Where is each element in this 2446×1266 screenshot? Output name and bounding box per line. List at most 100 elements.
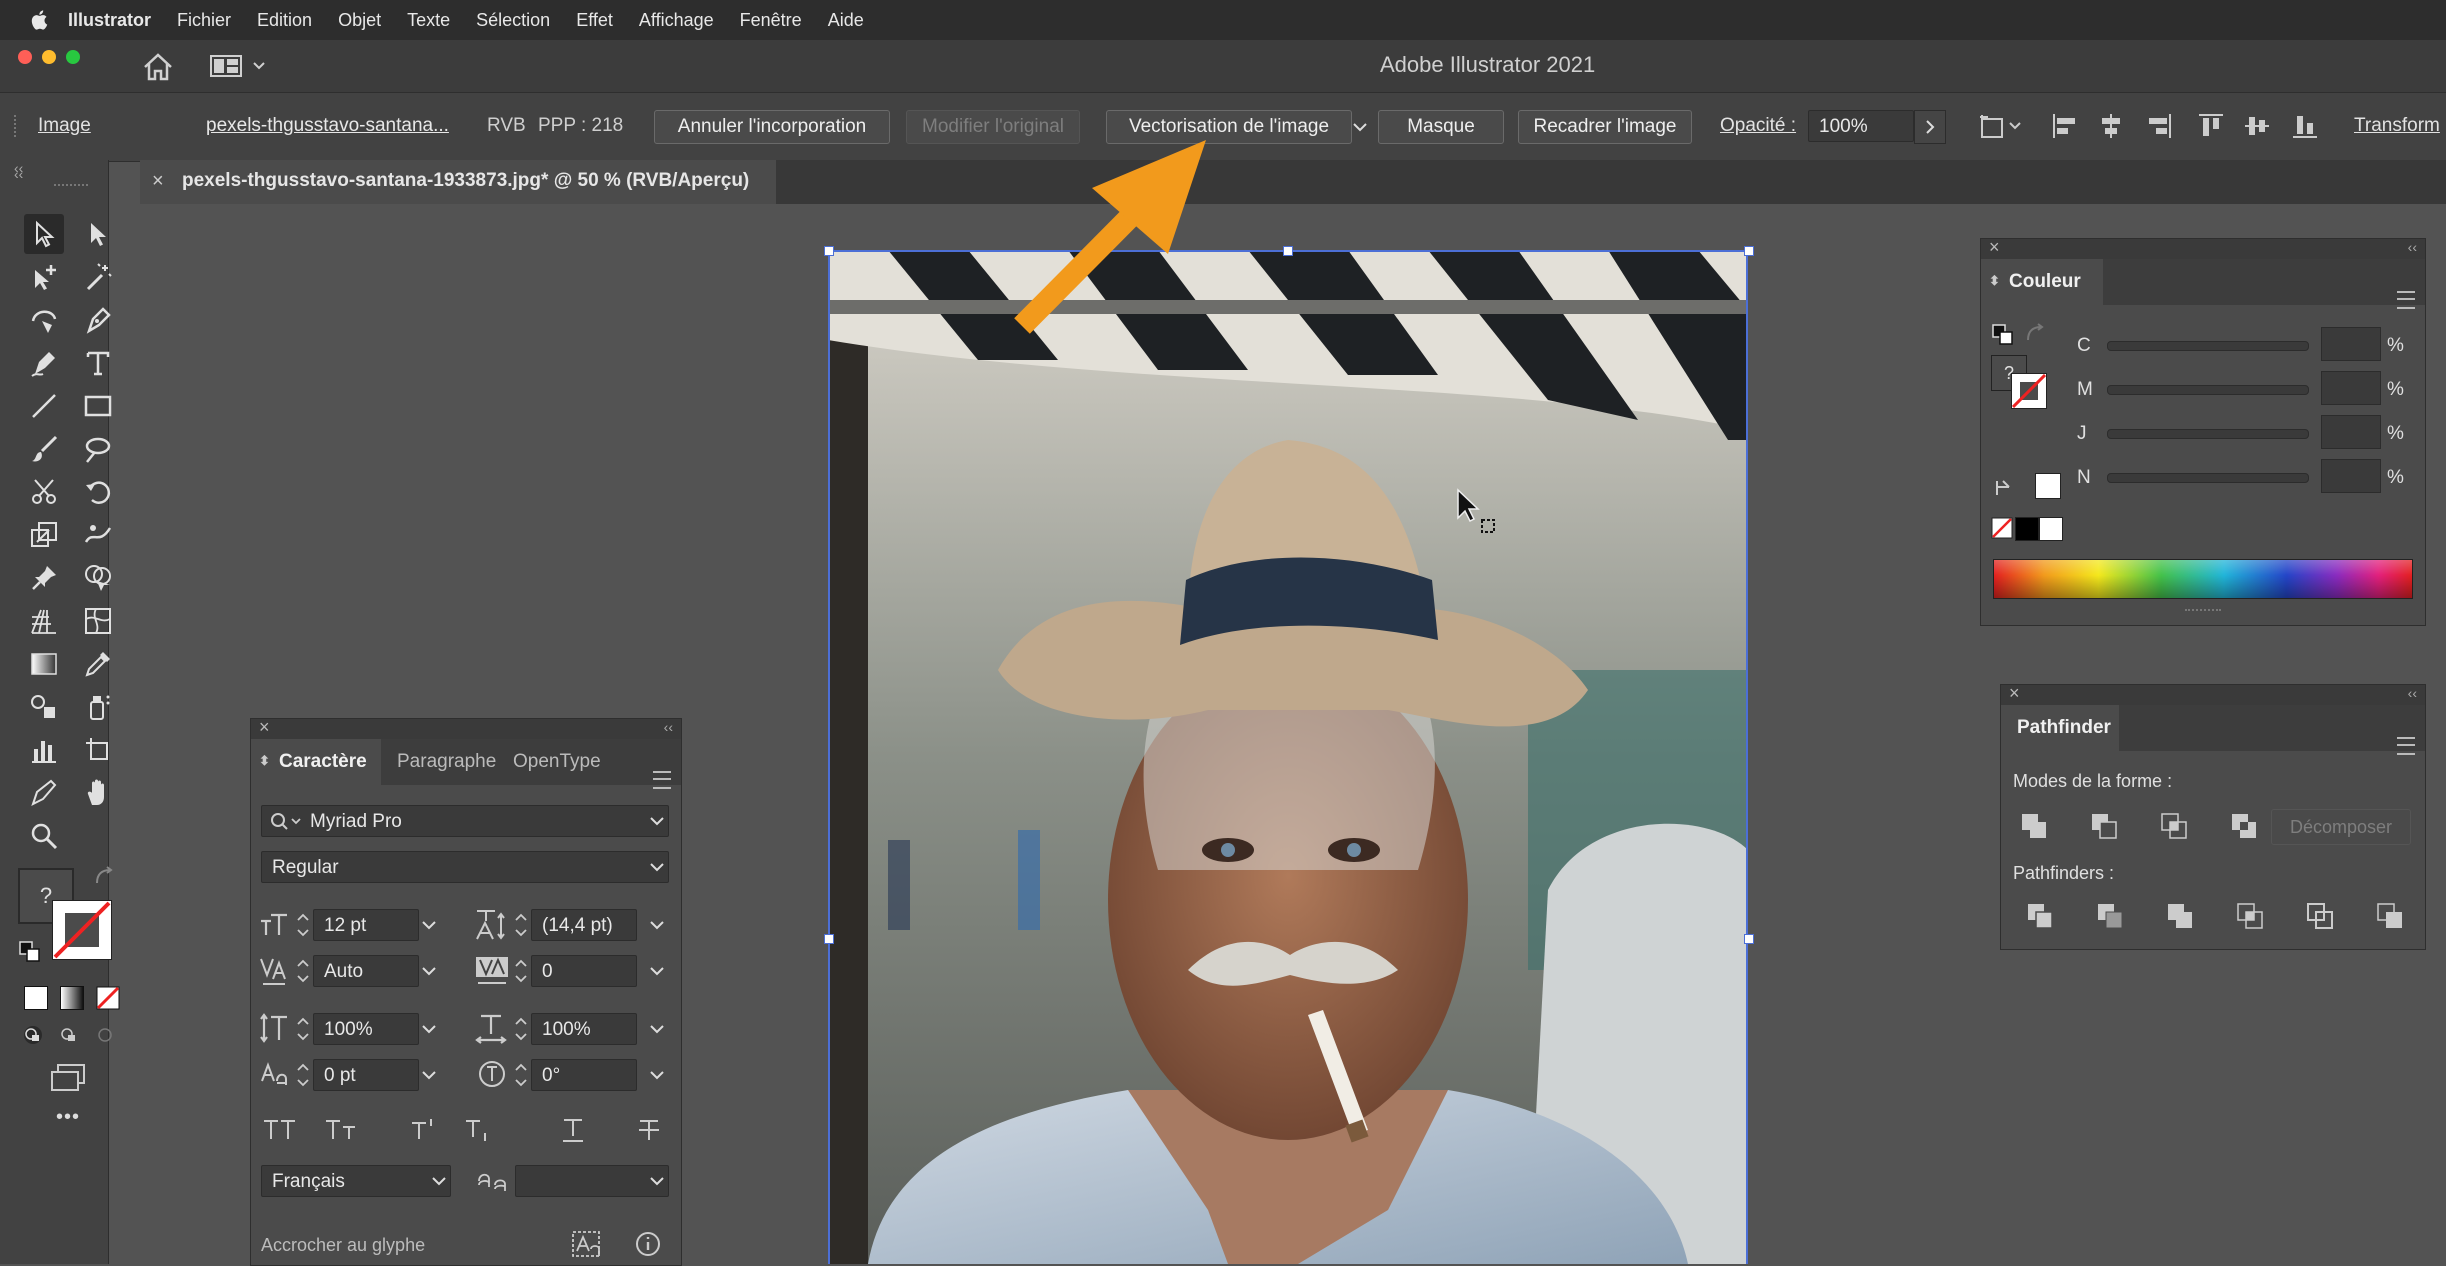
tracking-input[interactable]: 0 — [531, 955, 637, 987]
document-tab[interactable]: × pexels-thgusstavo-santana-1933873.jpg*… — [140, 160, 776, 204]
screen-mode-icon[interactable] — [48, 1062, 88, 1094]
object-type-label[interactable]: Image — [38, 115, 91, 137]
snap-glyph-icon[interactable] — [571, 1229, 605, 1259]
stepper-icon[interactable] — [513, 1013, 529, 1045]
draw-behind-icon[interactable] — [58, 1024, 80, 1046]
toolbar-grip[interactable] — [54, 184, 88, 190]
gradient-tool[interactable] — [24, 644, 64, 684]
align-bottom-icon[interactable] — [2290, 111, 2320, 141]
edit-toolbar-button[interactable]: ••• — [56, 1106, 80, 1129]
language-select[interactable]: Français — [261, 1165, 451, 1197]
chevron-down-icon[interactable] — [421, 1023, 437, 1035]
eyedropper-tool[interactable] — [78, 644, 118, 684]
minus-back-icon[interactable] — [2375, 901, 2405, 931]
rotation-input[interactable]: 0° — [531, 1059, 637, 1091]
close-panel-icon[interactable]: × — [259, 717, 270, 738]
pen-tool[interactable] — [78, 300, 118, 340]
menu-texte[interactable]: Texte — [407, 10, 450, 31]
transform-link[interactable]: Transform — [2354, 115, 2440, 137]
stepper-icon[interactable] — [295, 955, 311, 987]
mask-button[interactable]: Masque — [1378, 110, 1504, 144]
stepper-icon[interactable] — [295, 1013, 311, 1045]
stepper-icon[interactable] — [513, 909, 529, 941]
menu-selection[interactable]: Sélection — [476, 10, 550, 31]
shaper-tool[interactable] — [78, 429, 118, 469]
web-safe-color-swatch[interactable] — [2035, 473, 2061, 499]
chevron-down-icon[interactable] — [649, 815, 665, 827]
subscript-icon[interactable] — [465, 1117, 493, 1143]
white-swatch[interactable] — [2039, 517, 2063, 541]
maximize-window-button[interactable] — [66, 50, 80, 64]
artboard-tool[interactable] — [78, 730, 118, 770]
draw-normal-icon[interactable] — [22, 1024, 44, 1046]
channel-c-slider[interactable] — [2107, 341, 2309, 351]
gradient-mode-button[interactable] — [60, 986, 84, 1010]
chevron-down-icon[interactable] — [649, 1069, 665, 1081]
scissors-tool[interactable] — [24, 472, 64, 512]
exclude-icon[interactable] — [2229, 811, 2259, 841]
chevron-down-icon[interactable] — [421, 965, 437, 977]
stepper-icon[interactable] — [513, 1059, 529, 1091]
placed-image[interactable] — [828, 250, 1748, 1264]
trim-icon[interactable] — [2095, 901, 2125, 931]
tab-paragraphe[interactable]: Paragraphe — [397, 739, 497, 785]
none-mode-icon[interactable] — [96, 986, 120, 1010]
rotate-tool[interactable] — [78, 472, 118, 512]
all-caps-icon[interactable] — [263, 1117, 297, 1143]
channel-m-slider[interactable] — [2107, 385, 2309, 395]
strikethrough-icon[interactable] — [637, 1117, 661, 1143]
perspective-grid-tool[interactable] — [24, 601, 64, 641]
symbol-sprayer-tool[interactable] — [78, 687, 118, 727]
home-icon[interactable] — [142, 52, 174, 82]
underline-icon[interactable] — [561, 1117, 585, 1143]
menu-effet[interactable]: Effet — [576, 10, 613, 31]
opacity-input[interactable]: 100% — [1808, 110, 1914, 142]
anti-aliasing-select[interactable] — [515, 1165, 669, 1197]
bounding-box-handle[interactable] — [1744, 934, 1754, 944]
collapse-panel-icon[interactable]: ‹‹ — [664, 719, 673, 735]
menu-fenetre[interactable]: Fenêtre — [740, 10, 802, 31]
bounding-box-handle[interactable] — [1283, 246, 1293, 256]
bounding-box-handle[interactable] — [824, 246, 834, 256]
unembed-button[interactable]: Annuler l'incorporation — [654, 110, 890, 144]
blend-tool[interactable] — [24, 687, 64, 727]
menu-aide[interactable]: Aide — [828, 10, 864, 31]
apple-icon[interactable] — [28, 8, 52, 32]
scale-tool[interactable] — [24, 515, 64, 555]
leading-input[interactable]: (14,4 pt) — [531, 909, 637, 941]
magic-wand-tool[interactable] — [78, 257, 118, 297]
draw-inside-icon[interactable] — [94, 1024, 116, 1046]
none-swatch-icon[interactable] — [1991, 517, 2013, 539]
selection-tool[interactable] — [24, 214, 64, 254]
intersect-icon[interactable] — [2159, 811, 2189, 841]
chevron-down-icon[interactable] — [1350, 119, 1370, 135]
line-segment-tool[interactable] — [24, 386, 64, 426]
color-mode-button[interactable] — [24, 986, 48, 1010]
close-panel-icon[interactable]: × — [2009, 683, 2020, 704]
align-left-icon[interactable] — [2050, 111, 2080, 141]
channel-c-input[interactable] — [2321, 327, 2381, 361]
slice-tool[interactable] — [24, 773, 64, 813]
linked-file-name[interactable]: pexels-thgusstavo-santana... — [206, 115, 449, 137]
minimize-window-button[interactable] — [42, 50, 56, 64]
menu-fichier[interactable]: Fichier — [177, 10, 231, 31]
direct-selection-tool[interactable] — [78, 214, 118, 254]
close-window-button[interactable] — [18, 50, 32, 64]
chevron-down-icon[interactable] — [649, 1175, 665, 1187]
swap-fill-stroke-icon[interactable] — [94, 866, 116, 886]
rectangle-tool[interactable] — [78, 386, 118, 426]
chevron-down-icon[interactable] — [649, 1023, 665, 1035]
font-style-field[interactable]: Regular — [261, 851, 669, 883]
minus-front-icon[interactable] — [2089, 811, 2119, 841]
info-icon[interactable] — [635, 1231, 661, 1257]
free-transform-tool[interactable] — [24, 558, 64, 598]
tab-opentype[interactable]: OpenType — [513, 739, 601, 785]
chevron-down-icon[interactable] — [649, 861, 665, 873]
collapse-dock-icon[interactable]: ‹‹ — [14, 160, 23, 176]
merge-icon[interactable] — [2165, 901, 2195, 931]
artboard-align-icon[interactable] — [1978, 111, 2026, 141]
expand-button[interactable]: Décomposer — [2271, 809, 2411, 845]
stepper-icon[interactable] — [513, 955, 529, 987]
bounding-box-handle[interactable] — [1744, 246, 1754, 256]
collapse-panel-icon[interactable]: ‹‹ — [2408, 239, 2417, 255]
